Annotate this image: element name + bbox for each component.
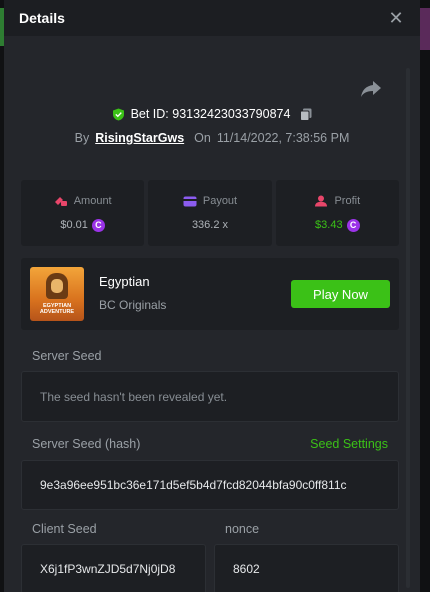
server-seed-label: Server Seed (32, 349, 102, 363)
stat-profit-label: Profit (334, 194, 361, 207)
nonce-label: nonce (225, 522, 260, 536)
play-now-button[interactable]: Play Now (291, 280, 390, 308)
modal-header: Details ✕ (4, 0, 420, 36)
stat-amount-value: $0.01 (60, 219, 88, 231)
wallet-card-icon (183, 196, 197, 206)
profit-user-icon (315, 195, 328, 206)
game-name: Egyptian (99, 274, 150, 289)
stat-payout-value: 336.2 x (191, 219, 229, 231)
bet-stats: Amount $0.01 C Payout 336.2 x Profit $3.… (21, 180, 399, 246)
bet-chips-icon (54, 196, 67, 206)
stat-payout: Payout 336.2 x (148, 180, 272, 246)
coin-icon: C (91, 218, 105, 232)
stat-payout-label: Payout (202, 195, 238, 207)
stat-profit-value-row: $3.43 C (315, 218, 360, 232)
server-seed-hash-field[interactable]: 9e3a96ee951bc36e171d5ef5b4d7fcd82044bfa9… (21, 460, 399, 510)
client-seed-field[interactable]: X6j1fP3wnZJD5d7Nj0jD8 (21, 544, 206, 592)
modal-title: Details (19, 10, 65, 26)
on-label: On (194, 131, 211, 145)
by-label: By (74, 131, 90, 145)
pharaoh-face-icon (51, 279, 63, 293)
stat-profit-label-row: Profit (314, 195, 360, 207)
server-seed-field[interactable]: The seed hasn't been revealed yet. (21, 371, 399, 422)
bet-id: Bet ID: 93132423033790874 (130, 107, 291, 121)
game-logo-text: EGYPTIAN ADVENTURE (39, 303, 75, 315)
seed-settings-link[interactable]: Seed Settings (310, 437, 388, 451)
server-seed-hash-label: Server Seed (hash) (32, 437, 141, 451)
copy-icon[interactable] (300, 108, 312, 121)
bet-author-row: By RisingStarGws On 11/14/2022, 7:38:56 … (4, 131, 420, 145)
username-link[interactable]: RisingStarGws (95, 131, 184, 145)
bet-datetime: 11/14/2022, 7:38:56 PM (216, 131, 350, 145)
stat-amount-value-row: $0.01 C (60, 218, 105, 232)
verified-shield-icon (112, 108, 124, 120)
nonce-field[interactable]: 8602 (214, 544, 399, 592)
client-seed-label: Client Seed (32, 522, 97, 536)
game-thumbnail[interactable]: EGYPTIAN ADVENTURE (30, 267, 84, 321)
stat-amount-label-row: Amount (54, 195, 112, 207)
stat-payout-label-row: Payout (183, 195, 237, 207)
coin-icon: C (346, 218, 360, 232)
bet-id-row: Bet ID: 93132423033790874 (4, 107, 420, 121)
stat-profit: Profit $3.43 C (275, 180, 399, 246)
game-provider: BC Originals (99, 298, 167, 312)
stat-payout-value-row: 336.2 x (192, 219, 228, 231)
close-icon[interactable]: ✕ (386, 8, 406, 28)
backdrop-accent-right (420, 8, 430, 50)
stat-amount-label: Amount (73, 194, 112, 207)
bet-details-modal: Details ✕ Bet ID: 93132423033790874 By R… (4, 0, 420, 592)
game-card: EGYPTIAN ADVENTURE Egyptian BC Originals… (21, 258, 399, 330)
stat-profit-value: $3.43 (315, 219, 343, 231)
share-icon[interactable] (360, 80, 382, 98)
stat-amount: Amount $0.01 C (21, 180, 145, 246)
modal-scrollbar[interactable] (406, 68, 410, 588)
